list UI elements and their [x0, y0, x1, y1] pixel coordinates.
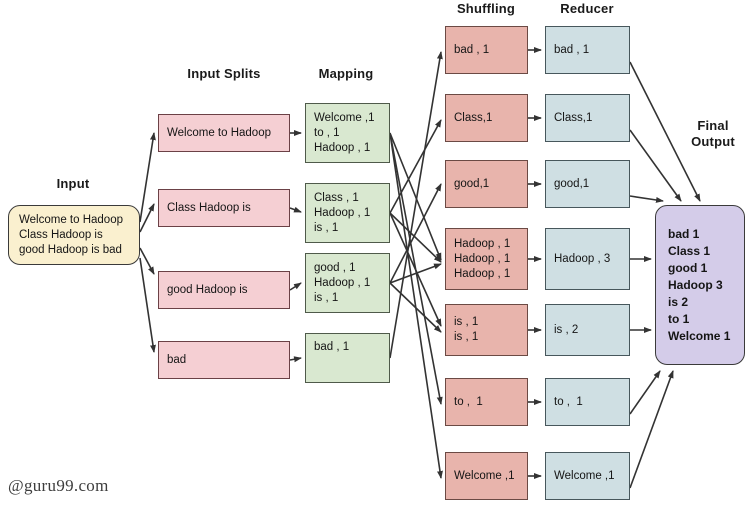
reducer-box: to , 1 [545, 378, 630, 426]
input-split-box: Welcome to Hadoop [158, 114, 290, 152]
shuffling-box: Hadoop , 1 Hadoop , 1 Hadoop , 1 [445, 228, 528, 290]
reducer-box: Class,1 [545, 94, 630, 142]
reducer-box: Hadoop , 3 [545, 228, 630, 290]
input-line: Class Hadoop is [19, 228, 103, 241]
mapping-pair: is , 1 [314, 291, 339, 304]
mapping-pair: good , 1 [314, 261, 356, 274]
mapping-pair: Welcome ,1 [314, 111, 375, 124]
shuffling-box: is , 1 is , 1 [445, 304, 528, 356]
shuffling-pair: is , 1 [454, 331, 479, 343]
reducer-pair: to , 1 [554, 395, 583, 408]
input-split-label: good Hadoop is [167, 283, 248, 296]
column-title-input: Input [56, 176, 90, 191]
final-output-line: good 1 [668, 260, 708, 275]
reducer-pair: is , 2 [554, 323, 579, 336]
mapreduce-diagram: Input Input Splits Mapping Shuffling Red… [0, 0, 750, 506]
shuffling-pair: Class,1 [454, 111, 493, 124]
reducer-box: Welcome ,1 [545, 452, 630, 500]
column-title-mapping: Mapping [318, 66, 374, 81]
final-output-line: is 2 [668, 294, 689, 309]
input-line: Welcome to Hadoop [19, 213, 123, 226]
final-output-line: Class 1 [668, 243, 711, 258]
shuffling-pair: Hadoop , 1 [454, 252, 511, 265]
input-node: Welcome to Hadoop Class Hadoop is good H… [8, 205, 140, 265]
shuffling-box: Welcome ,1 [445, 452, 528, 500]
mapping-box: Welcome ,1 to , 1 Hadoop , 1 [305, 103, 390, 163]
reducer-box: bad , 1 [545, 26, 630, 74]
final-output-node: bad 1 Class 1 good 1 Hadoop 3 is 2 to 1 … [655, 205, 745, 365]
input-split-box: Class Hadoop is [158, 189, 290, 227]
reducer-pair: bad , 1 [554, 43, 590, 56]
shuffling-pair: to , 1 [454, 395, 483, 408]
mapping-pair: Class , 1 [314, 191, 359, 204]
shuffling-box: good,1 [445, 160, 528, 208]
shuffling-pair: is , 1 [454, 316, 479, 328]
watermark: @guru99.com [8, 476, 109, 495]
mapping-pair: Hadoop , 1 [314, 206, 371, 219]
mapping-pair: to , 1 [314, 126, 340, 139]
reducer-box: is , 2 [545, 304, 630, 356]
column-title-reducer: Reducer [560, 1, 614, 16]
shuffling-pair: bad , 1 [454, 43, 490, 56]
column-title-final-output: Final Output [691, 118, 735, 149]
shuffling-pair: Welcome ,1 [454, 469, 515, 482]
mapping-pair: is , 1 [314, 221, 339, 234]
reducer-pair: Welcome ,1 [554, 469, 615, 482]
final-output-line: to 1 [668, 311, 690, 326]
final-output-line: Hadoop 3 [668, 277, 723, 292]
input-split-box: bad [158, 341, 290, 379]
shuffling-box: bad , 1 [445, 26, 528, 74]
shuffling-pair: Hadoop , 1 [454, 267, 511, 280]
input-split-box: good Hadoop is [158, 271, 290, 309]
shuffling-pair: good,1 [454, 177, 490, 190]
shuffling-pair: Hadoop , 1 [454, 237, 511, 250]
input-line: good Hadoop is bad [19, 243, 122, 256]
input-split-label: Class Hadoop is [167, 201, 251, 214]
reducer-box: good,1 [545, 160, 630, 208]
mapping-box: bad , 1 [305, 333, 390, 383]
mapping-pair: Hadoop , 1 [314, 276, 371, 289]
column-title-shuffling: Shuffling [456, 1, 516, 16]
reducer-pair: Hadoop , 3 [554, 252, 611, 265]
mapping-pair: Hadoop , 1 [314, 141, 371, 154]
shuffling-box: to , 1 [445, 378, 528, 426]
column-title-input-splits: Input Splits [187, 66, 261, 81]
input-split-label: Welcome to Hadoop [167, 126, 271, 139]
reducer-pair: good,1 [554, 177, 590, 190]
shuffling-box: Class,1 [445, 94, 528, 142]
input-split-label: bad [167, 353, 187, 366]
mapping-pair: bad , 1 [314, 341, 350, 353]
mapping-box: good , 1 Hadoop , 1 is , 1 [305, 253, 390, 313]
final-output-line: bad 1 [668, 226, 700, 241]
mapping-box: Class , 1 Hadoop , 1 is , 1 [305, 183, 390, 243]
reducer-pair: Class,1 [554, 111, 593, 124]
final-output-line: Welcome 1 [668, 328, 731, 343]
